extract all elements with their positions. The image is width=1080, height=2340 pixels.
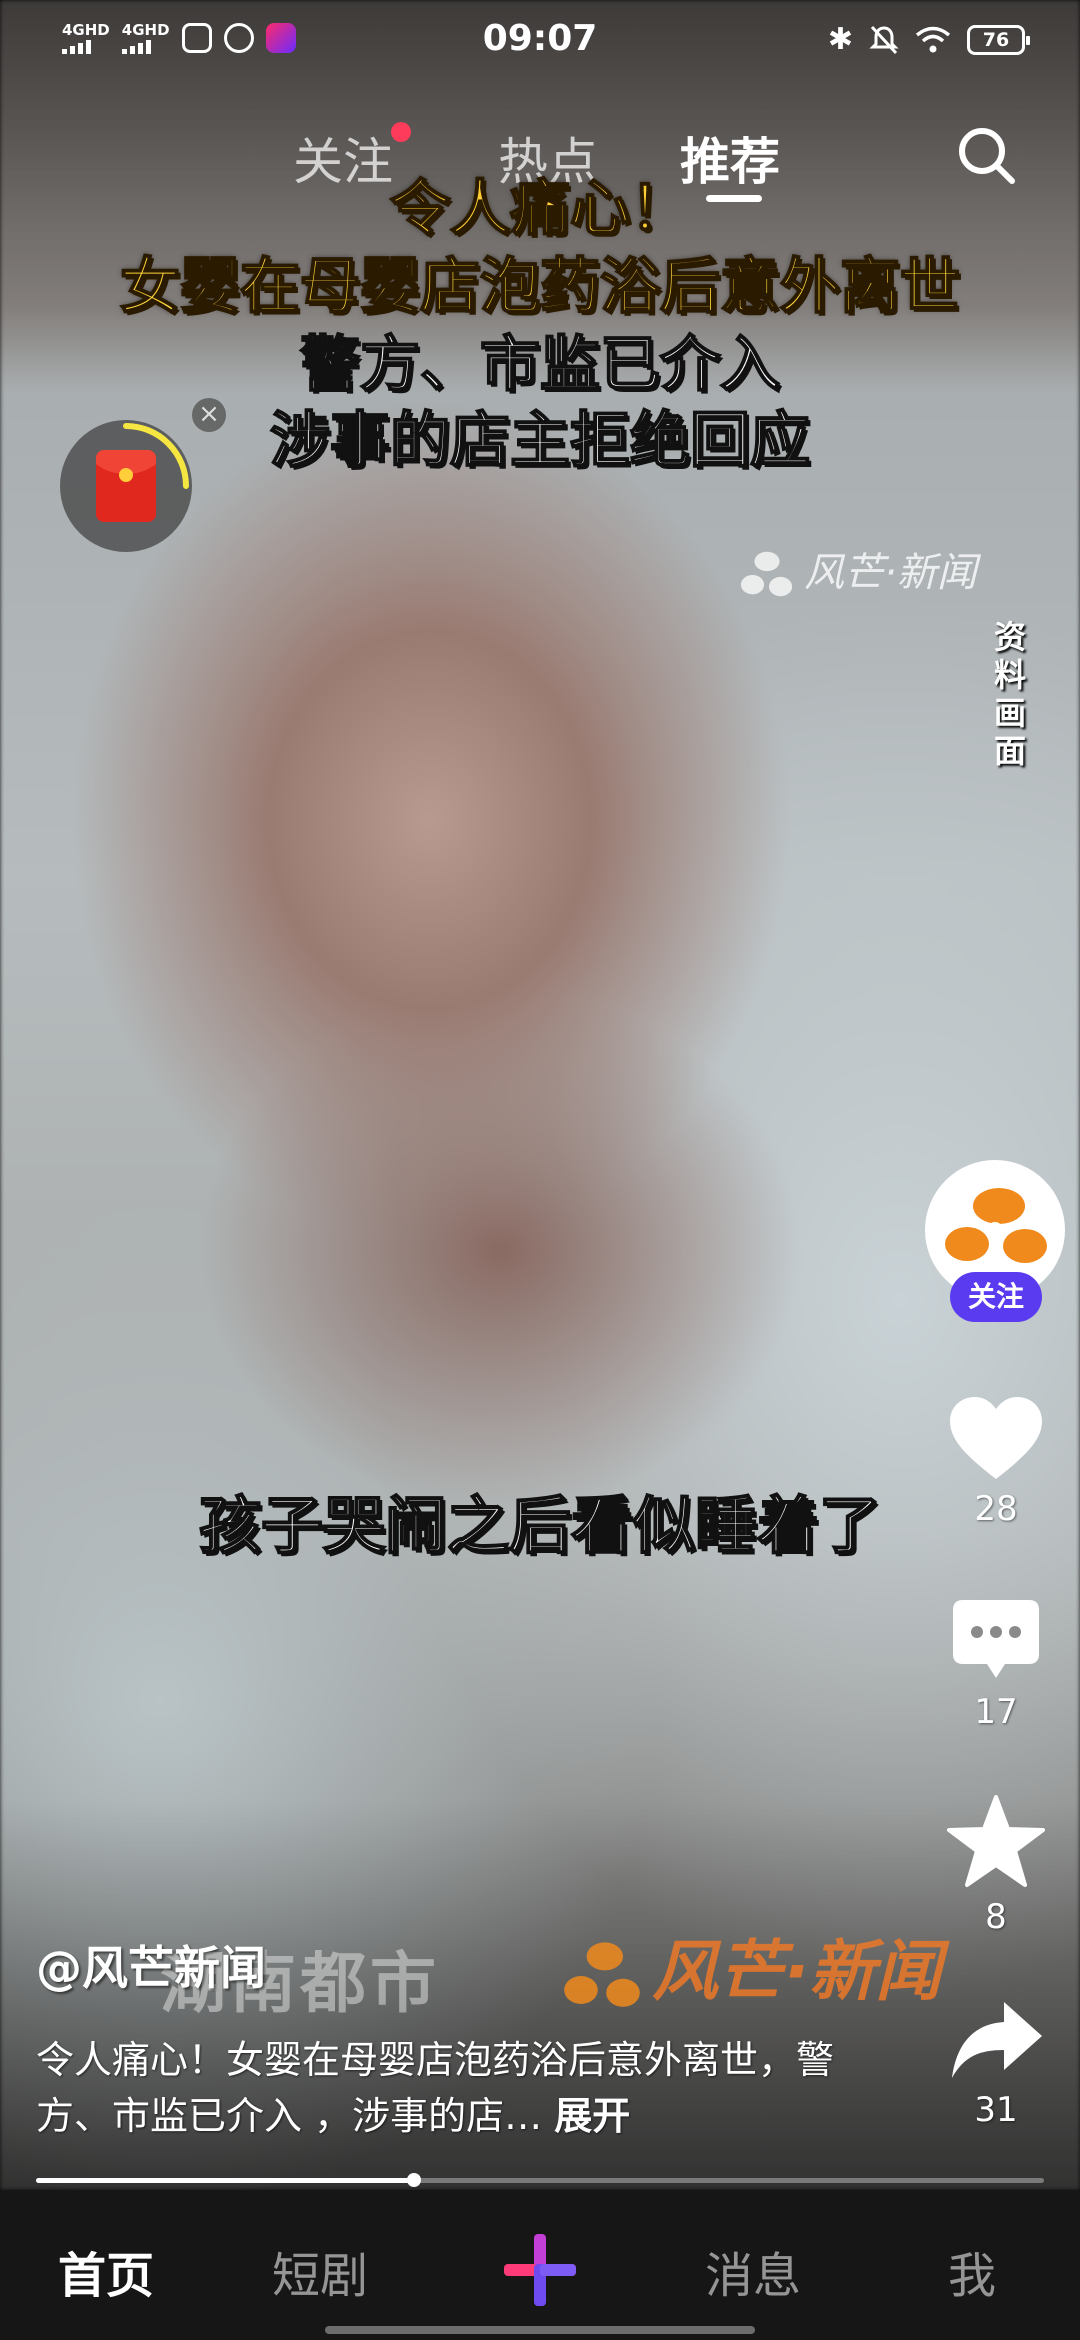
nav-messages[interactable]: 消息	[705, 2236, 801, 2306]
comment-count: 17	[974, 1692, 1018, 1732]
video-headline-line: 令人痛心！	[389, 173, 691, 245]
expand-link[interactable]: 展开	[554, 2094, 630, 2138]
close-icon[interactable]: ×	[192, 398, 226, 432]
progress-fill	[36, 2178, 414, 2183]
heart-icon	[950, 1397, 1042, 1479]
bottom-navigation: 首页 短剧 消息 我	[0, 2190, 1080, 2340]
archive-footage-label: 资料画面	[993, 618, 1026, 770]
comment-icon	[953, 1600, 1039, 1678]
battery-icon: 76	[967, 24, 1030, 55]
video-subtitle: 孩子哭闹之后看似睡着了	[198, 1488, 882, 1563]
favorite-button[interactable]: 8	[946, 1795, 1046, 1937]
status-right: ✱ 76	[827, 22, 1030, 57]
watermark-top: 风芒·新闻	[738, 540, 977, 604]
video-headline-line: 警方、市监已介入	[299, 329, 781, 401]
share-button[interactable]: 31	[946, 1998, 1046, 2130]
share-arrow-icon	[952, 2002, 1042, 2078]
brand-logo-icon	[564, 1942, 640, 2007]
wifi-icon	[915, 26, 951, 52]
notification-dot	[391, 122, 411, 142]
watermark-text: 风芒·新闻	[804, 550, 977, 596]
status-bar: 4GHD 4GHD 09:07 ✱ 76	[0, 0, 1080, 80]
author-name[interactable]: @风芒新闻	[36, 1932, 266, 1998]
share-count: 31	[974, 2090, 1018, 2130]
nav-short-drama[interactable]: 短剧	[272, 2236, 368, 2306]
follow-button[interactable]: 关注	[950, 1272, 1042, 1322]
like-button[interactable]: 28	[946, 1395, 1046, 1529]
like-count: 28	[974, 1489, 1018, 1529]
brand-logo-icon	[740, 551, 793, 597]
create-plus-icon[interactable]	[500, 2230, 580, 2310]
home-indicator[interactable]	[325, 2326, 755, 2334]
watermark-bottom-right: 风芒·新闻	[560, 1918, 941, 2018]
red-packet-widget[interactable]	[60, 420, 192, 552]
nav-home[interactable]: 首页	[58, 2236, 154, 2306]
comment-button[interactable]: 17	[946, 1598, 1046, 1732]
star-icon	[947, 1795, 1045, 1887]
favorite-count: 8	[985, 1897, 1007, 1937]
video-description[interactable]: 令人痛心！女婴在母婴店泡药浴后意外离世，警方、市监已介入 ，涉事的店… 展开	[36, 2032, 836, 2144]
mute-icon	[869, 25, 899, 54]
progress-knob[interactable]	[407, 2173, 421, 2187]
nav-me[interactable]: 我	[948, 2236, 996, 2306]
bluetooth-icon: ✱	[827, 22, 853, 57]
playback-progress-bar[interactable]	[36, 2173, 1044, 2187]
red-envelope-icon	[96, 450, 156, 522]
description-text: 令人痛心！女婴在母婴店泡药浴后意外离世，警方、市监已介入 ，涉事的店…	[36, 2038, 835, 2138]
video-headline-line: 女婴在母婴店泡药浴后意外离世	[119, 251, 961, 323]
watermark-text: 风芒·新闻	[652, 1933, 942, 2010]
